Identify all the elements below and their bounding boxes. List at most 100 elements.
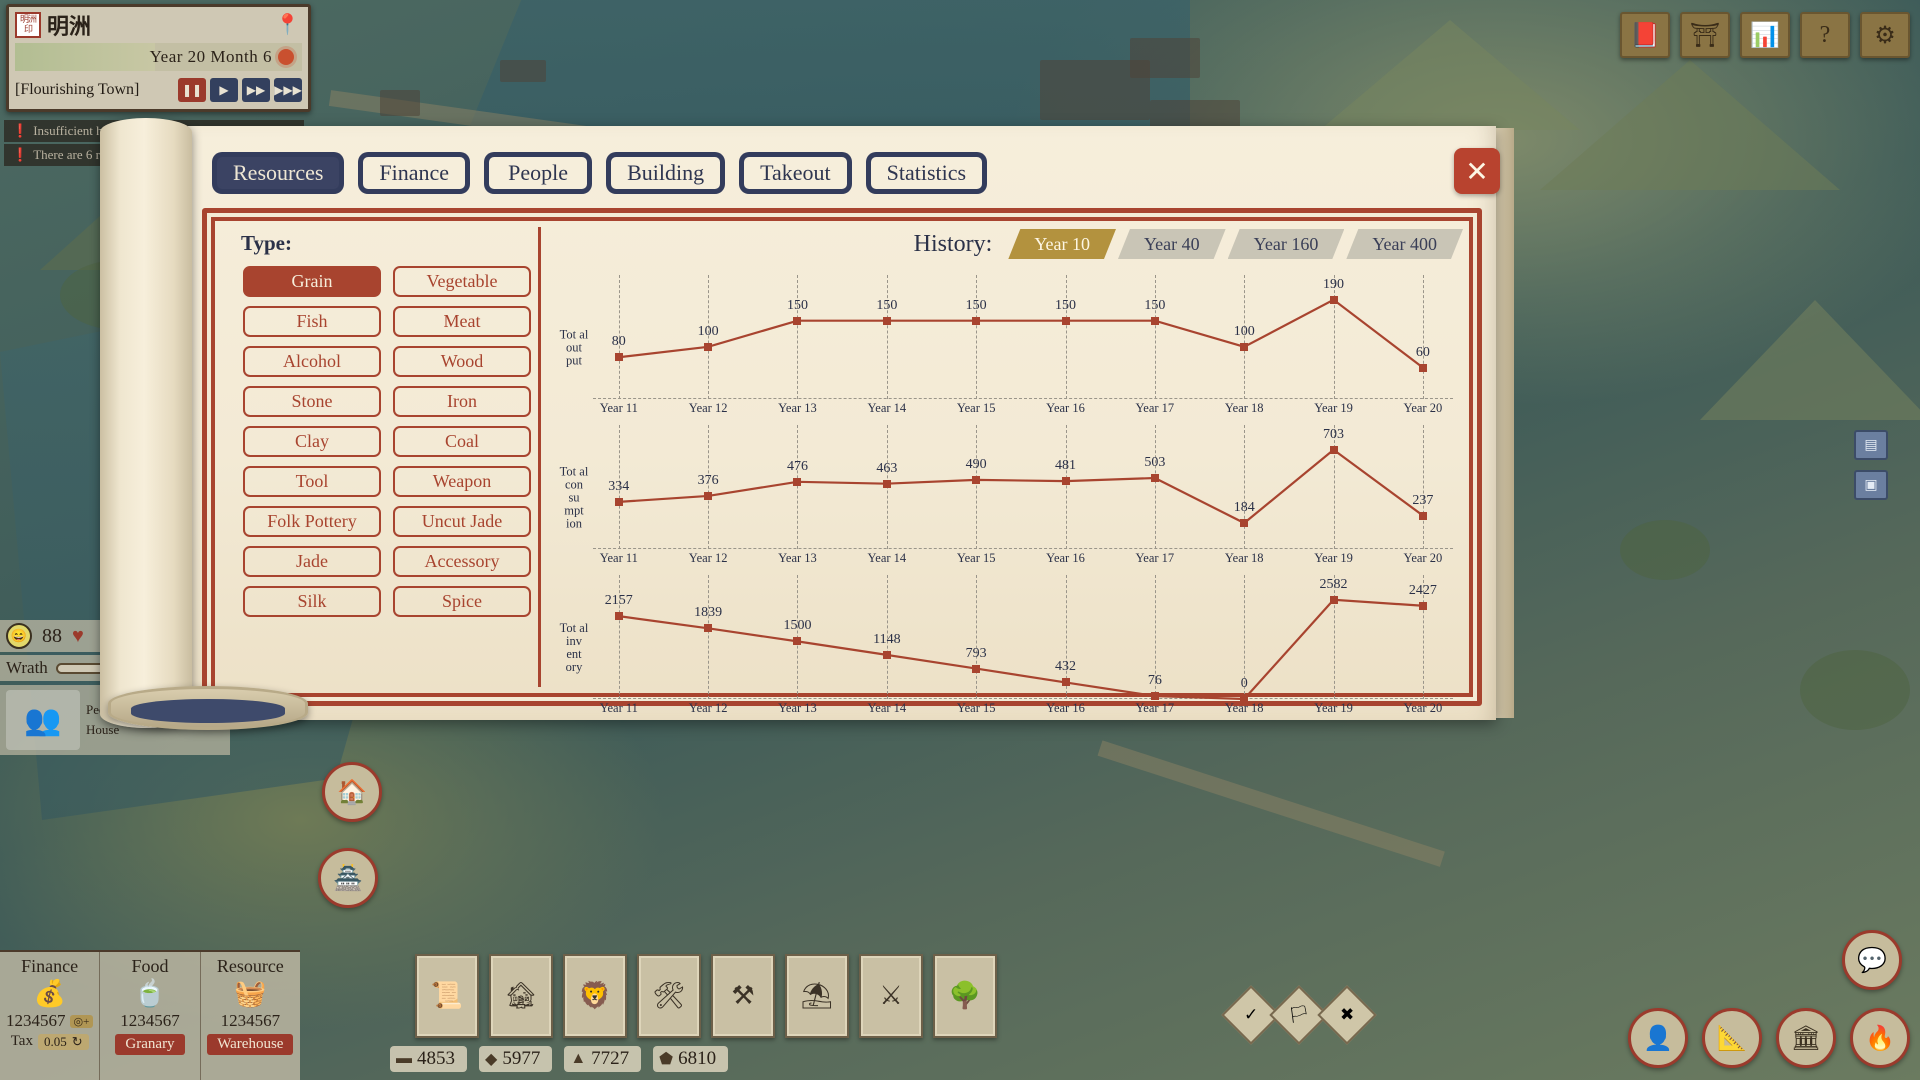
coal-counter[interactable]: ▲ 7727 xyxy=(564,1046,642,1072)
tab-statistics[interactable]: Statistics xyxy=(867,154,986,192)
clay-counter[interactable]: ⬟ 6810 xyxy=(653,1046,729,1072)
chat-button[interactable]: 💬 xyxy=(1842,930,1902,990)
temple-button[interactable]: 🏛 xyxy=(1776,1008,1836,1068)
type-button-alcohol[interactable]: Alcohol xyxy=(243,346,381,377)
build-card[interactable]: ⚒ xyxy=(711,954,775,1038)
tab-building[interactable]: Building xyxy=(608,154,724,192)
map-icon-2[interactable]: ▣ xyxy=(1854,470,1888,500)
type-button-accessory[interactable]: Accessory xyxy=(393,546,531,577)
map-icon-1[interactable]: ▤ xyxy=(1854,430,1888,460)
history-chip-year-400[interactable]: Year 400 xyxy=(1346,229,1463,259)
build-card[interactable]: 🛠 xyxy=(637,954,701,1038)
pause-button[interactable]: ❚❚ xyxy=(178,78,206,102)
house-search-button[interactable]: 🏠 xyxy=(322,762,382,822)
build-card-bar[interactable]: 📜 🏚 🦁 🛠 ⚒ ⛱ ⚔ 🌳 xyxy=(415,954,997,1038)
wood-counter[interactable]: ▬ 4853 xyxy=(390,1046,467,1072)
hill-decor xyxy=(1320,20,1580,130)
type-button-vegetable[interactable]: Vegetable xyxy=(393,266,531,297)
scroll-roll-knob[interactable] xyxy=(108,686,308,730)
gear-icon[interactable]: ⚙ xyxy=(1860,12,1910,58)
action-diamond-bar[interactable]: ✓ 🏳 ✖ xyxy=(1221,985,1377,1045)
chart-xlabel: Year 17 xyxy=(1135,551,1175,565)
chart-icon[interactable]: 📊 xyxy=(1740,12,1790,58)
chart-xlabel: Year 14 xyxy=(867,401,907,415)
pagoda-icon[interactable]: ⛩ xyxy=(1680,12,1730,58)
type-button-tool[interactable]: Tool xyxy=(243,466,381,497)
build-card[interactable]: ⚔ xyxy=(859,954,923,1038)
basket-icon: 🧺 xyxy=(234,979,267,1008)
play-button[interactable]: ▶ xyxy=(210,78,238,102)
build-card[interactable]: 🌳 xyxy=(933,954,997,1038)
chart-xlabel: Year 16 xyxy=(1046,551,1085,565)
chart-xlabel: Year 13 xyxy=(778,701,817,715)
build-card[interactable]: 🦁 xyxy=(563,954,627,1038)
book-icon[interactable]: 📕 xyxy=(1620,12,1670,58)
panel-tabs[interactable]: Resources Finance People Building Takeou… xyxy=(214,154,986,192)
food-column[interactable]: Food 🍵 1234567 Granary xyxy=(100,952,201,1080)
fastest-forward-button[interactable]: ▶▶▶ xyxy=(274,78,302,102)
compass-button[interactable]: 📐 xyxy=(1702,1008,1762,1068)
warehouse-button[interactable]: Warehouse xyxy=(207,1034,294,1055)
tab-finance[interactable]: Finance xyxy=(360,154,469,192)
chart-xlabel: Year 15 xyxy=(956,701,996,715)
chart-data-point xyxy=(793,637,802,646)
finance-column[interactable]: Finance 💰 1234567 ◎+ Tax 0.05 ↻ xyxy=(0,952,101,1080)
top-toolbar[interactable]: 📕 ⛩ 📊 ? ⚙ xyxy=(1620,12,1910,58)
tab-takeout[interactable]: Takeout xyxy=(741,154,850,192)
history-chip-year-160[interactable]: Year 160 xyxy=(1228,229,1345,259)
coin-badge-icon[interactable]: ◎+ xyxy=(69,1014,94,1028)
build-card[interactable]: 📜 xyxy=(415,954,479,1038)
official-button[interactable]: 👤 xyxy=(1628,1008,1688,1068)
type-button-clay[interactable]: Clay xyxy=(243,426,381,457)
type-button-weapon[interactable]: Weapon xyxy=(393,466,531,497)
type-button-wood[interactable]: Wood xyxy=(393,346,531,377)
chart-gridline xyxy=(976,575,978,699)
chart-line-series xyxy=(593,275,1453,399)
stone-counter[interactable]: ◆ 5977 xyxy=(479,1046,553,1072)
location-pin-icon[interactable]: 📍 xyxy=(275,15,300,35)
history-controls[interactable]: History: Year 10 Year 40 Year 160 Year 4… xyxy=(559,229,1463,259)
building-decor xyxy=(500,60,546,82)
type-button-meat[interactable]: Meat xyxy=(393,306,531,337)
building-search-button[interactable]: 🏯 xyxy=(318,848,378,908)
resource-column[interactable]: Resource 🧺 1234567 Warehouse xyxy=(201,952,300,1080)
type-button-spice[interactable]: Spice xyxy=(393,586,531,617)
festival-button[interactable]: 🔥 xyxy=(1850,1008,1910,1068)
happy-face-icon: 😄 xyxy=(6,623,32,649)
type-button-grain[interactable]: Grain xyxy=(243,266,381,297)
build-card[interactable]: ⛱ xyxy=(785,954,849,1038)
chart-data-point xyxy=(1061,316,1070,325)
chart-value-label: 0 xyxy=(1240,676,1248,691)
tax-box[interactable]: 0.05 ↻ xyxy=(37,1033,89,1050)
type-button-jade[interactable]: Jade xyxy=(243,546,381,577)
type-button-folk-pottery[interactable]: Folk Pottery xyxy=(243,506,381,537)
type-button-iron[interactable]: Iron xyxy=(393,386,531,417)
chart-ylabel: Tot al inv ent ory xyxy=(559,621,589,674)
chart-value-label: 490 xyxy=(965,456,987,472)
chart-plot-area: 80 100 150 150 150 150 150 100 190 60 xyxy=(593,275,1453,399)
delete-diamond-button[interactable]: ✖ xyxy=(1317,985,1377,1045)
build-card[interactable]: 🏚 xyxy=(489,954,553,1038)
help-icon[interactable]: ? xyxy=(1800,12,1850,58)
map-side-icons[interactable]: ▤ ▣ xyxy=(1854,430,1888,500)
type-button-uncut-jade[interactable]: Uncut Jade xyxy=(393,506,531,537)
lotus-decor xyxy=(15,43,155,71)
chart-xlabel: Year 12 xyxy=(688,401,728,415)
history-chip-year-10[interactable]: Year 10 xyxy=(1008,229,1116,259)
chart-value-label: 1500 xyxy=(783,618,812,634)
tab-resources[interactable]: Resources xyxy=(214,154,343,192)
fast-forward-button[interactable]: ▶▶ xyxy=(242,78,270,102)
type-button-coal[interactable]: Coal xyxy=(393,426,531,457)
type-button-silk[interactable]: Silk xyxy=(243,586,381,617)
history-chip-year-40[interactable]: Year 40 xyxy=(1118,229,1226,259)
speed-controls[interactable]: ❚❚ ▶ ▶▶ ▶▶▶ xyxy=(178,78,302,102)
type-button-stone[interactable]: Stone xyxy=(243,386,381,417)
tab-people[interactable]: People xyxy=(486,154,591,192)
type-button-fish[interactable]: Fish xyxy=(243,306,381,337)
granary-button[interactable]: Granary xyxy=(115,1034,185,1055)
type-button-grid[interactable]: Grain Vegetable Fish Meat Alcohol Wood S… xyxy=(243,266,531,617)
close-button[interactable]: ✕ xyxy=(1454,148,1500,194)
chart-gridline xyxy=(1244,425,1246,549)
right-round-buttons[interactable]: 👤 📐 🏛 🔥 xyxy=(1628,1008,1910,1068)
refresh-icon[interactable]: ↻ xyxy=(72,1034,83,1050)
